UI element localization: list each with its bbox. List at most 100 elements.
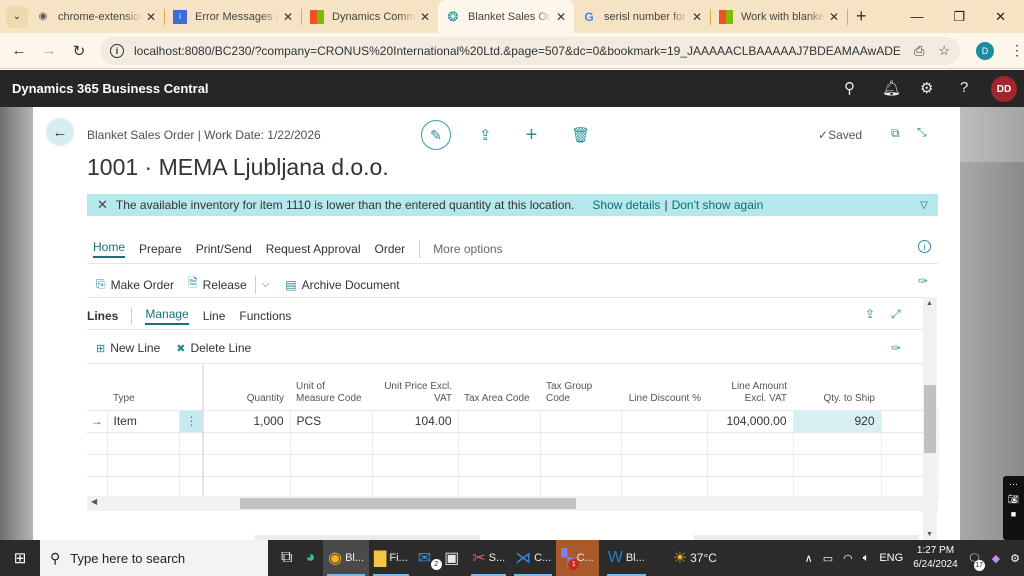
task-view-icon[interactable]: ⧉ [276,540,300,576]
browser-tab[interactable]: ◉ chrome-extension_ ✕ [28,0,164,33]
column-header-type[interactable]: Type [107,365,179,410]
delete-line-button[interactable]: ✖ Delete Line [176,341,251,355]
table-row-empty[interactable] [87,453,939,476]
cell-quantity[interactable]: 1,000 [203,409,291,432]
weather-widget[interactable]: ☀ 37°C [668,540,722,576]
scroll-down-icon[interactable]: ▼ [926,531,933,538]
browser-tab[interactable]: i Error Messages (SA ✕ [165,0,301,33]
taskbar-app-mail[interactable]: ✉ 2 [413,540,442,576]
notification-center-icon[interactable]: 🗨︎ 17 [968,552,985,571]
scroll-left-icon[interactable]: ◀ [91,497,97,506]
address-bar[interactable]: i localhost:8080/BC230/?company=CRONUS%2… [100,36,960,65]
tab-home[interactable]: Home [93,240,126,258]
battery-icon[interactable]: ▭ [823,552,833,565]
scrollbar-thumb[interactable] [240,498,576,509]
cell-qty-to-ship[interactable]: 920 [793,409,882,432]
camera-icon[interactable]: 📷︎ [1008,494,1019,505]
close-tab-icon[interactable]: ✕ [692,10,702,24]
lines-tab-manage[interactable]: Manage [145,307,189,325]
taskbar-app-chrome[interactable]: ◉ Bl... [323,540,370,576]
back-icon[interactable]: ← [4,42,34,59]
help-icon[interactable]: ? [960,79,968,96]
taskbar-search[interactable]: ⚲ Type here to search [40,540,268,576]
browser-tab[interactable]: Work with blanket ✕ [711,0,847,33]
plus-icon[interactable]: + [526,124,538,147]
app-title[interactable]: Dynamics 365 Business Central [12,81,209,96]
table-row-empty[interactable] [87,475,939,498]
bell-icon[interactable]: 🔔︎ [882,79,901,97]
taskbar-app-snipping[interactable]: ✂ S... [467,540,510,576]
more-options-button[interactable]: More options [433,242,502,256]
tab-print-send[interactable]: Print/Send [196,242,252,256]
cell-unit-price[interactable]: 104.00 [372,409,459,432]
dismiss-notification-icon[interactable]: ✕ [97,197,108,213]
close-tab-icon[interactable]: ✕ [829,10,839,24]
windows-start-icon[interactable]: ⊞ [0,549,40,567]
taskbar-app-file-explorer[interactable]: ▇ Fi... [369,540,413,576]
chevron-up-icon[interactable]: ∧ [805,552,813,565]
reload-icon[interactable]: ↻ [64,42,94,60]
url-text[interactable]: localhost:8080/BC230/?company=CRONUS%20I… [134,44,900,58]
show-details-link[interactable]: Show details [592,198,660,212]
new-tab-button[interactable]: + [856,6,867,27]
taskbar-app-vscode[interactable]: ⋊ C... [510,540,556,576]
settings-gear-icon[interactable]: ⚙ [1010,552,1020,565]
cell-line-amount[interactable]: 104,000.00 [707,409,794,432]
tab-request-approval[interactable]: Request Approval [266,242,361,256]
tab-order[interactable]: Order [375,242,406,256]
back-button[interactable]: ← [46,118,74,146]
browser-tab[interactable]: G serisl number for it ✕ [574,0,710,33]
video-icon[interactable]: ■ [1011,509,1016,519]
search-icon[interactable]: ⚲ [844,79,855,97]
install-app-icon[interactable]: ⎙ [914,43,924,59]
row-menu-button[interactable]: ⋮ [179,409,204,432]
delete-icon[interactable]: 🗑︎ [571,126,590,144]
site-info-icon[interactable]: i [110,43,124,58]
new-line-button[interactable]: ⊞ New Line [96,341,160,355]
bookmark-star-icon[interactable]: ☆ [938,43,950,59]
language-indicator[interactable]: ENG [879,552,903,564]
clock[interactable]: 1:27 PM 6/24/2024 [913,544,958,572]
edit-button[interactable]: ✎ [421,120,451,150]
forward-icon[interactable]: → [34,42,64,59]
pin-icon[interactable]: ✑ [918,274,928,288]
tab-prepare[interactable]: Prepare [139,242,182,256]
scroll-up-icon[interactable]: ▲ [926,300,933,307]
vertical-scrollbar[interactable]: ▲ ▼ [923,297,937,540]
cell-tax-area[interactable] [458,409,541,432]
expand-icon[interactable]: ⤢ [891,307,901,322]
more-icon[interactable]: ⋯ [1009,479,1018,490]
close-tab-icon[interactable]: ✕ [420,10,430,24]
release-button[interactable]: 🗎︎ Release [188,274,247,295]
wifi-icon[interactable]: ◠ [843,552,853,565]
cell-uom[interactable]: PCS [290,409,373,432]
close-tab-icon[interactable]: ✕ [556,10,566,24]
lines-tab-functions[interactable]: Functions [239,309,291,323]
dont-show-again-link[interactable]: Don't show again [672,198,764,212]
horizontal-scrollbar[interactable]: ◀ ▶ [87,496,938,511]
edge-icon[interactable]: ◕ [300,540,323,576]
browser-tab[interactable]: Dynamics Commun ✕ [302,0,438,33]
tab-search-button[interactable]: ⌄ [6,5,28,28]
user-avatar[interactable]: DD [991,76,1017,102]
info-icon[interactable]: i [918,240,931,253]
lines-tab-line[interactable]: Line [203,309,226,323]
gear-icon[interactable]: ⚙ [920,79,933,97]
volume-icon[interactable]: 🔈︎ [863,552,870,565]
column-header-line-amount[interactable]: Line Amount Excl. VAT [707,365,793,410]
cell-type[interactable]: Item [107,409,180,432]
close-window-icon[interactable]: ✕ [995,9,1006,25]
taskbar-app-teams[interactable]: ▚ 1 C... [556,540,599,576]
column-header-tax-area[interactable]: Tax Area Code [458,365,540,410]
column-header-unit-price[interactable]: Unit Price Excl. VAT [372,365,458,410]
share-icon[interactable]: ⇪ [479,126,492,144]
column-header-quantity[interactable]: Quantity [203,365,290,410]
share-icon[interactable]: ⇪ [865,307,875,321]
archive-document-button[interactable]: ▤ Archive Document [285,278,399,292]
collapse-icon[interactable]: ⤡ [917,125,927,140]
copilot-icon[interactable]: ◆ [992,552,1000,565]
close-tab-icon[interactable]: ✕ [146,10,156,24]
column-header-uom[interactable]: Unit of Measure Code [290,365,372,410]
cell-line-discount[interactable] [621,409,708,432]
column-header-qty-to-ship[interactable]: Qty. to Ship [793,365,881,410]
